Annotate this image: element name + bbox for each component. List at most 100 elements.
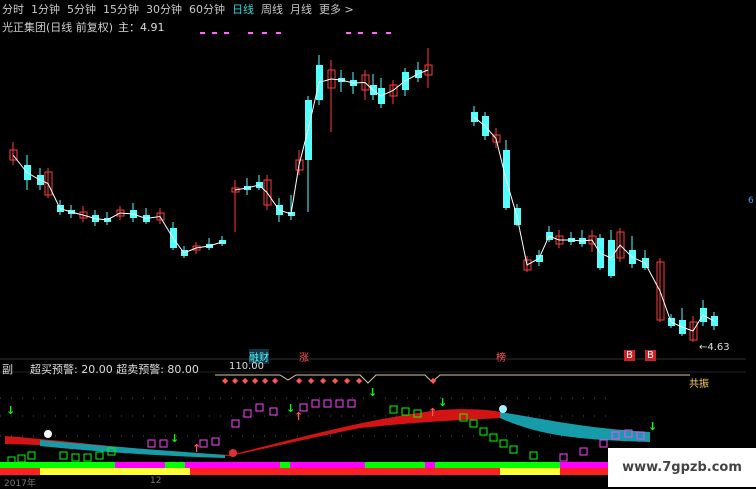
badge-bang[interactable]: 榜 xyxy=(496,349,506,364)
trend-bar xyxy=(0,462,80,468)
signal-square xyxy=(147,439,156,448)
up-marker-icon: ◆ xyxy=(430,376,437,385)
signal-square xyxy=(269,407,278,416)
threshold-line xyxy=(215,374,690,384)
arrow-down-icon: ↓ xyxy=(368,386,377,399)
signal-square xyxy=(27,451,36,460)
arrow-up-icon: ↑ xyxy=(294,410,303,423)
tab-weekly[interactable]: 周线 xyxy=(259,1,288,17)
signal-ball xyxy=(44,430,52,438)
period-toolbar: 分时 1分钟 5分钟 15分钟 30分钟 60分钟 日线 周线 月线 更多 > xyxy=(0,0,430,18)
up-marker-icon: ◆ xyxy=(296,376,303,385)
trend-bar xyxy=(280,462,290,468)
top-marker xyxy=(372,32,377,34)
signal-square xyxy=(311,399,320,408)
tab-daily[interactable]: 日线 xyxy=(230,1,259,17)
chart-title: 光正集团(日线 前复权) xyxy=(2,21,114,34)
trend-bar xyxy=(230,468,380,475)
tab-30min[interactable]: 30分钟 xyxy=(144,1,187,17)
tab-60min[interactable]: 60分钟 xyxy=(187,1,230,17)
up-marker-icon: ◆ xyxy=(320,376,327,385)
trend-bar xyxy=(365,462,425,468)
signal-square xyxy=(401,407,410,416)
top-marker xyxy=(200,32,205,34)
trend-bar xyxy=(560,468,610,475)
ma-segment xyxy=(473,116,715,332)
tab-5min[interactable]: 5分钟 xyxy=(65,1,101,17)
signal-square xyxy=(243,409,252,418)
signal-square xyxy=(71,453,80,462)
low-price-annotation: ←4.63 xyxy=(699,342,730,353)
top-marker xyxy=(212,32,217,34)
resonance-label: 共振 xyxy=(689,379,709,390)
top-marker xyxy=(358,32,363,34)
sub-indicator-value: 110.00 xyxy=(229,361,264,372)
signal-square xyxy=(489,433,498,442)
trend-bar xyxy=(500,462,560,468)
candlestick-series xyxy=(9,48,718,342)
signal-square xyxy=(469,419,478,428)
arrow-down-icon: ↓ xyxy=(648,420,657,433)
badge-b-2[interactable]: B xyxy=(645,350,656,361)
signal-square xyxy=(529,451,538,460)
arrow-down-icon: ↓ xyxy=(6,404,15,417)
tab-15min[interactable]: 15分钟 xyxy=(101,1,144,17)
signal-ball xyxy=(229,449,237,457)
trend-bar xyxy=(380,468,500,475)
signal-square xyxy=(211,437,220,446)
top-marker xyxy=(224,32,229,34)
signal-square xyxy=(323,399,332,408)
tab-more[interactable]: 更多 > xyxy=(317,1,359,17)
moving-average-line xyxy=(12,69,715,332)
right-axis-tick: 6 xyxy=(748,196,754,206)
arrow-down-icon: ↓ xyxy=(170,432,179,445)
signal-square xyxy=(389,405,398,414)
trend-bar xyxy=(560,462,610,468)
signal-square xyxy=(335,399,344,408)
right-scrollbar[interactable] xyxy=(746,0,756,487)
top-marker xyxy=(346,32,351,34)
trend-bar xyxy=(190,468,230,475)
arrow-up-icon: ↑ xyxy=(192,442,201,455)
trend-bar xyxy=(290,462,365,468)
up-marker-icon: ◆ xyxy=(232,376,239,385)
date-label-month: 12 xyxy=(150,476,162,486)
ma-segment xyxy=(12,154,223,254)
trend-bar xyxy=(500,468,560,475)
up-marker-icon: ◆ xyxy=(252,376,259,385)
badge-b-1[interactable]: B xyxy=(624,350,635,361)
badge-zhang[interactable]: 涨 xyxy=(299,349,309,364)
signal-square xyxy=(95,451,104,460)
up-marker-icon: ◆ xyxy=(356,376,363,385)
signal-square xyxy=(159,439,168,448)
signal-square xyxy=(17,454,26,463)
candle-body xyxy=(711,316,718,326)
trend-bar xyxy=(0,468,40,475)
tab-fenshi[interactable]: 分时 xyxy=(0,1,29,17)
trend-bar xyxy=(435,462,500,468)
chart-canvas[interactable]: ↓↓↓↓↓↓↑↑ ↑◆ ◆ ◆ ◆ ◆ ◆ ◆ ◆ ◆ ◆ ◆ ◆ ◆ xyxy=(0,0,756,487)
tab-1min[interactable]: 1分钟 xyxy=(29,1,65,17)
signal-square xyxy=(231,419,240,428)
signal-square xyxy=(499,439,508,448)
top-marker xyxy=(248,32,253,34)
trend-bar xyxy=(185,462,280,468)
trend-bar xyxy=(115,462,165,468)
signal-ball xyxy=(499,405,507,413)
top-marker xyxy=(262,32,267,34)
sub-indicator-text: 超买预警: 20.00 超卖预警: 80.00 xyxy=(30,363,199,376)
signal-square xyxy=(599,439,608,448)
date-label-start: 2017年 xyxy=(4,479,36,489)
signal-square xyxy=(559,453,568,462)
up-marker-icon: ◆ xyxy=(308,376,315,385)
main-indicator-label: 主：4.91 xyxy=(118,21,165,34)
trend-bar xyxy=(425,462,435,468)
sub-indicator-panel: ↓↓↓↓↓↓↑↑ ↑◆ ◆ ◆ ◆ ◆ ◆ ◆ ◆ ◆ ◆ ◆ ◆ ◆ xyxy=(0,32,690,475)
signal-square xyxy=(479,427,488,436)
up-marker-icon: ◆ xyxy=(332,376,339,385)
up-marker-icon: ◆ xyxy=(222,376,229,385)
signal-square xyxy=(59,451,68,460)
up-marker-icon: ◆ xyxy=(272,376,279,385)
tab-monthly[interactable]: 月线 xyxy=(288,1,317,17)
signal-square xyxy=(579,447,588,456)
